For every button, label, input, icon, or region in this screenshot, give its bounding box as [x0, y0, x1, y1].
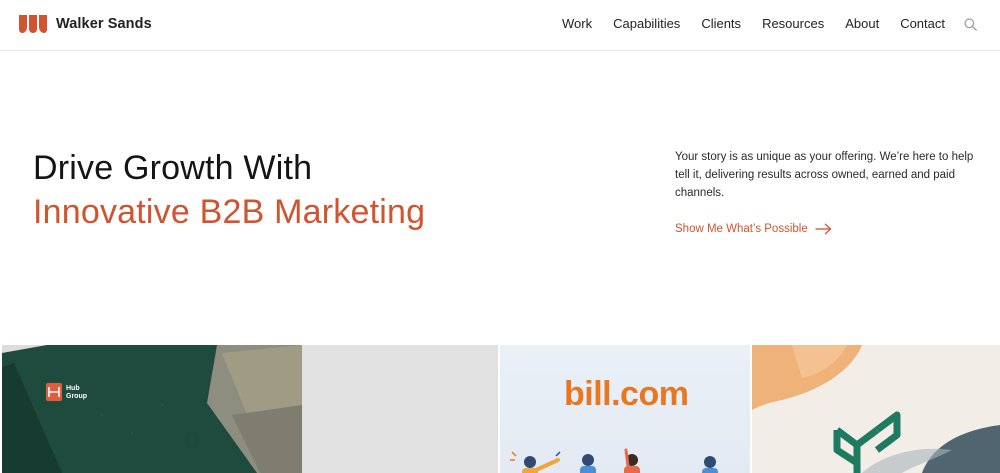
cta-label: Show Me What’s Possible [675, 223, 808, 235]
hero-headline: Drive Growth With Innovative B2B Marketi… [33, 146, 425, 234]
arrow-right-icon [815, 223, 832, 235]
search-icon[interactable] [964, 18, 977, 31]
brand-name: Walker Sands [56, 16, 152, 32]
nav-item-contact[interactable]: Contact [900, 16, 945, 31]
leaf-brand-card[interactable] [752, 345, 1000, 473]
team-illustration [510, 448, 718, 473]
nav-item-work[interactable]: Work [562, 16, 592, 31]
hub-group-book-image [2, 345, 498, 473]
hero-headline-line-2: Innovative B2B Marketing [33, 193, 426, 231]
hub-group-brand-text: Hub Group [66, 385, 87, 400]
hub-group-logo [46, 383, 62, 401]
nav-item-capabilities[interactable]: Capabilities [613, 16, 680, 31]
main-nav: Work Capabilities Clients Resources Abou… [541, 16, 945, 31]
hero-description: Your story is as unique as your offering… [675, 151, 974, 199]
hero-headline-line-1: Drive Growth With [33, 149, 313, 187]
show-me-whats-possible-link[interactable]: Show Me What’s Possible [675, 223, 832, 235]
site-header: Walker Sands Work Capabilities Clients R… [0, 0, 1000, 51]
walker-sands-logo-icon [19, 15, 47, 33]
leaf-brand-image [752, 345, 1000, 473]
nav-item-about[interactable]: About [845, 16, 879, 31]
nav-item-clients[interactable]: Clients [701, 16, 741, 31]
nav-item-resources[interactable]: Resources [762, 16, 824, 31]
bill-com-logo-text: bill.com [564, 375, 689, 413]
hub-group-card[interactable]: Hub Group [2, 345, 498, 473]
brand-logo[interactable]: Walker Sands [18, 14, 152, 34]
bill-com-card[interactable]: bill.com [500, 345, 750, 473]
